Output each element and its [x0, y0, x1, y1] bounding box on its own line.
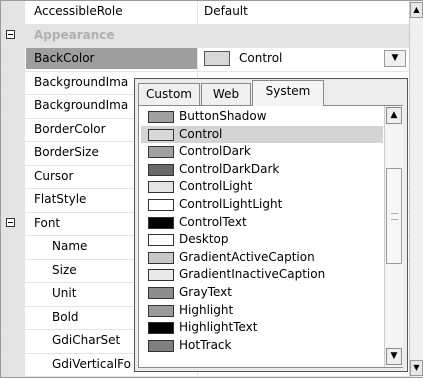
color-list-item[interactable]: GradientActiveCaption — [141, 249, 383, 267]
color-tabs: Custom Web System — [135, 79, 407, 106]
tab-system[interactable]: System — [252, 80, 324, 106]
row-gutter — [1, 118, 25, 141]
list-scroll-down-icon[interactable]: ▼ — [386, 348, 402, 365]
color-swatch — [148, 146, 174, 159]
color-name: ControlLight — [179, 179, 253, 194]
row-gutter — [1, 236, 25, 259]
row-gutter — [1, 283, 25, 306]
dropdown-arrow-icon[interactable]: ▼ — [384, 50, 406, 67]
color-swatch — [148, 181, 174, 194]
color-swatch — [148, 163, 174, 176]
color-list-item[interactable]: ControlDark — [141, 143, 383, 161]
color-name: ControlDarkDark — [179, 161, 280, 176]
color-swatch — [148, 128, 174, 141]
color-name: Desktop — [179, 232, 229, 247]
color-list-item[interactable]: ControlText — [141, 214, 383, 232]
row-gutter — [1, 142, 25, 165]
color-swatch — [148, 286, 174, 299]
list-scroll-thumb[interactable] — [386, 168, 402, 264]
color-name: ControlLightLight — [179, 196, 283, 211]
row-gutter — [1, 1, 25, 24]
scroll-down-icon[interactable]: ▼ — [410, 360, 423, 376]
color-list-item[interactable]: ControlLightLight — [141, 196, 383, 214]
system-color-panel: ButtonShadow Control ControlDark ControlDar… — [138, 105, 403, 368]
collapse-icon[interactable] — [6, 217, 15, 227]
property-value[interactable]: Control — [239, 48, 282, 69]
color-swatch — [148, 339, 174, 352]
color-name: ControlText — [179, 214, 247, 229]
property-name: Appearance — [34, 27, 115, 42]
color-swatch — [148, 322, 174, 335]
property-row[interactable]: BackColor Control ▼ — [1, 48, 409, 72]
property-row[interactable]: Appearance — [1, 24, 409, 48]
list-scroll-up-icon[interactable]: ▲ — [386, 107, 402, 124]
row-gutter — [1, 306, 25, 329]
row-gutter — [1, 259, 25, 282]
column-separator — [197, 1, 198, 24]
row-gutter — [1, 48, 25, 71]
color-swatch — [148, 251, 174, 264]
color-swatch — [148, 198, 174, 211]
collapse-icon[interactable] — [6, 29, 15, 39]
color-name: ButtonShadow — [179, 109, 267, 123]
row-gutter — [1, 71, 25, 94]
property-row[interactable]: AccessibleRole Default — [1, 1, 409, 25]
column-separator — [197, 48, 198, 71]
color-picker-popup: Custom Web System ButtonShadow Control Con… — [134, 78, 408, 372]
color-name: Highlight — [179, 302, 234, 317]
tab-custom[interactable]: Custom — [138, 83, 200, 105]
row-gutter — [1, 95, 25, 118]
row-gutter — [1, 330, 25, 353]
color-list-item[interactable]: HighlightText — [141, 319, 383, 337]
color-list-item[interactable]: GrayText — [141, 284, 383, 302]
color-swatch — [204, 51, 230, 66]
scroll-up-icon[interactable]: ▲ — [410, 2, 423, 18]
grid-scrollbar[interactable]: ▲ ▼ — [409, 1, 423, 377]
color-list-item[interactable]: Desktop — [141, 231, 383, 249]
color-swatch — [148, 234, 174, 247]
color-name: GradientInactiveCaption — [179, 267, 326, 282]
property-name: BackColor — [34, 51, 95, 65]
color-swatch — [148, 269, 174, 282]
property-name: AccessibleRole — [34, 4, 123, 18]
color-list-item[interactable]: Highlight — [141, 302, 383, 320]
property-value[interactable]: Default — [204, 1, 248, 22]
color-name: ControlDark — [179, 144, 251, 159]
row-gutter — [1, 165, 25, 188]
color-list-item[interactable]: ControlDarkDark — [141, 161, 383, 179]
color-list-item[interactable]: ButtonShadow — [141, 108, 383, 126]
tab-web[interactable]: Web — [201, 83, 251, 105]
color-name: Control — [179, 126, 223, 141]
system-color-list[interactable]: ButtonShadow Control ControlDark ControlDar… — [141, 108, 383, 366]
color-name: HighlightText — [179, 320, 258, 335]
color-swatch — [148, 111, 174, 123]
row-gutter — [1, 189, 25, 212]
color-list-item[interactable]: Control — [141, 125, 383, 144]
color-list-item[interactable]: ControlLight — [141, 178, 383, 196]
color-list-scrollbar[interactable]: ▲ ▼ — [384, 106, 403, 367]
row-gutter — [1, 353, 25, 376]
color-list-item[interactable]: GradientInactiveCaption — [141, 266, 383, 284]
color-swatch — [148, 216, 174, 229]
color-swatch — [148, 304, 174, 317]
color-name: HotTrack — [179, 337, 232, 352]
color-name: GrayText — [179, 284, 232, 299]
color-name: GradientActiveCaption — [179, 249, 315, 264]
color-list-item[interactable]: HotTrack — [141, 337, 383, 355]
